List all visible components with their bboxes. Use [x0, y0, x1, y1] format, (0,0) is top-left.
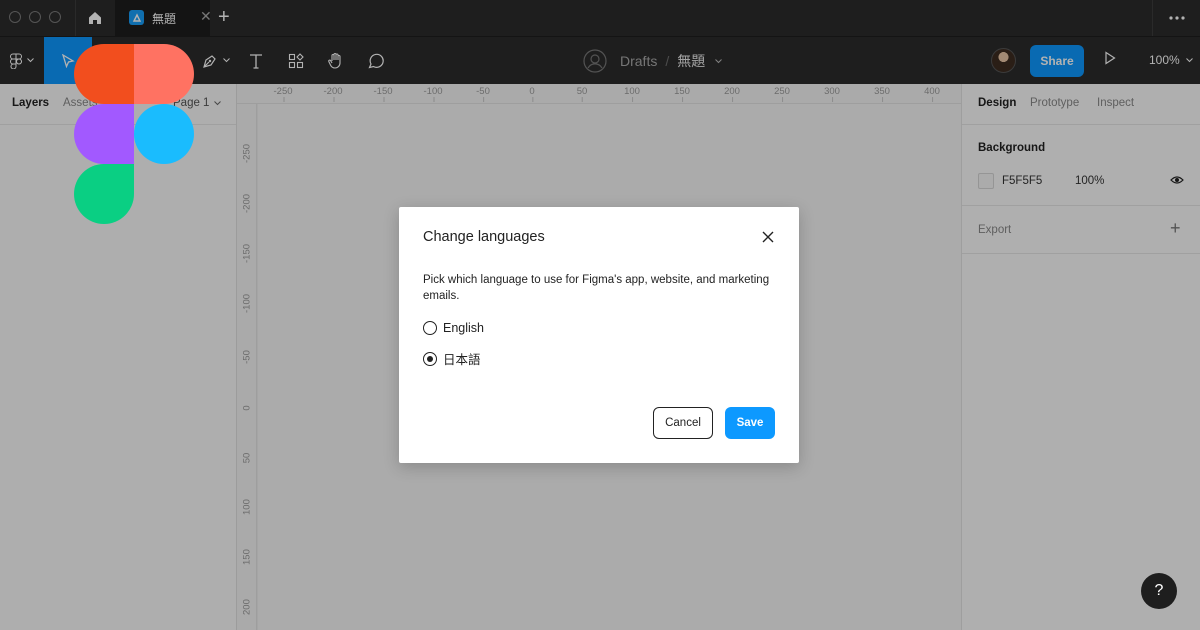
logo-blue-segment	[134, 104, 194, 164]
dialog-description: Pick which language to use for Figma's a…	[423, 274, 770, 302]
logo-green-segment	[74, 164, 134, 224]
language-label: 日本語	[443, 353, 481, 367]
radio-english[interactable]	[423, 321, 437, 335]
help-icon[interactable]: ?	[1141, 573, 1177, 609]
logo-orange-segment	[134, 44, 194, 104]
language-option-english[interactable]: English	[423, 321, 484, 335]
cancel-button[interactable]: Cancel	[653, 407, 713, 439]
figma-logo	[74, 44, 194, 224]
language-option-japanese[interactable]: 日本語	[423, 349, 481, 368]
language-label: English	[443, 321, 484, 335]
save-button[interactable]: Save	[725, 407, 775, 439]
logo-red-segment	[74, 44, 134, 104]
radio-japanese[interactable]	[423, 351, 437, 366]
logo-purple-segment	[74, 104, 134, 164]
change-language-dialog: Change languages Pick which language to …	[399, 207, 799, 463]
close-icon[interactable]	[760, 229, 776, 245]
dialog-title: Change languages	[423, 229, 545, 245]
